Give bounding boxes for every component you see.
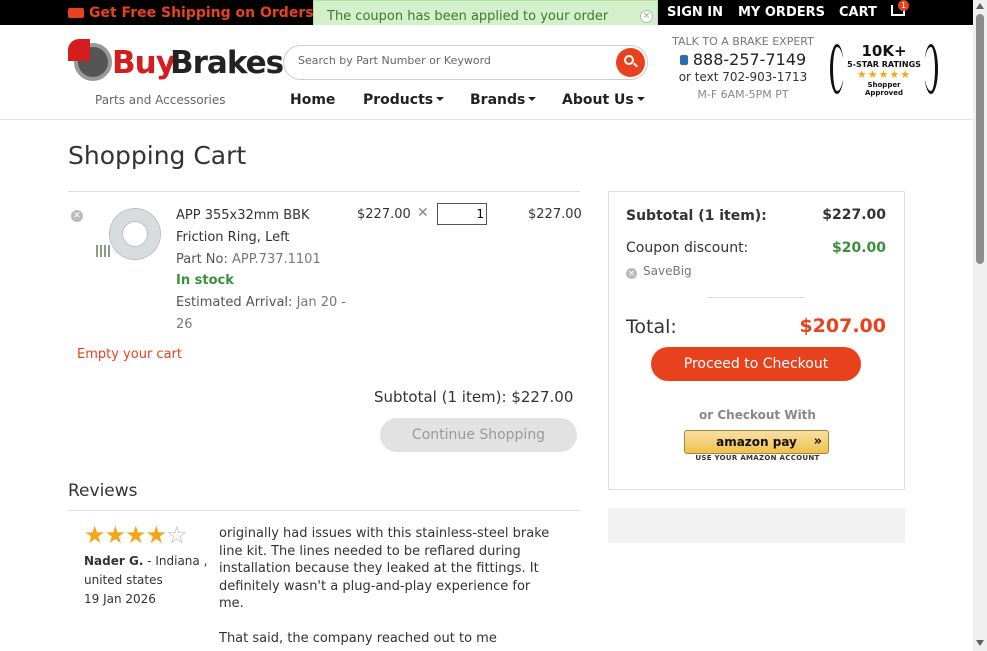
cart-subtotal: Subtotal (1 item): $227.00 [374,388,574,406]
buybrakes-logo[interactable]: Buy Brakes [68,37,284,87]
total-label: Total: [626,316,677,338]
page-scrollbar[interactable] [973,0,987,651]
free-shipping-text: Get Free Shipping on Orders Over [89,5,328,21]
phone-icon [679,55,688,65]
applied-coupon: ✕ SaveBig [626,264,692,279]
divider [707,297,805,298]
rating-stars-icon: ★★★★★ [856,68,912,81]
review-rating-stars-icon: ★★★★☆ [84,521,188,549]
quantity-input[interactable] [437,203,487,225]
cart-link[interactable]: CART [839,5,877,20]
divider [68,191,580,192]
chevron-down-icon [436,97,445,101]
chevron-down-icon [636,97,645,101]
search-input[interactable] [298,54,598,67]
nav-about-us[interactable]: About Us [562,92,645,108]
amazon-pay-caption: USE YOUR AMAZON ACCOUNT [695,454,820,462]
product-image[interactable] [96,207,164,262]
review-date: 19 Jan 2026 [84,592,156,606]
caliper-logo-icon [68,39,90,61]
nav-products[interactable]: Products [363,92,445,108]
chevron-down-icon [528,97,537,101]
phone-number[interactable]: 888-257-7149 [662,50,824,69]
logo-brakes-text: Brakes [170,45,284,81]
multiply-icon: ✕ [417,205,429,221]
estimated-arrival: Estimated Arrival: Jan 20 - 26 [176,295,347,332]
my-orders-link[interactable]: MY ORDERS [738,5,825,20]
scroll-down-icon[interactable] [976,640,984,646]
business-hours: M-F 6AM-5PM PT [697,88,789,101]
toast-message: The coupon has been applied to your orde… [327,9,609,24]
nav-home[interactable]: Home [290,92,335,108]
product-name[interactable]: APP 355x32mm BBK Friction Ring, Left [176,205,346,249]
review-text: originally had issues with this stainles… [219,526,550,646]
stock-status: In stock [176,273,234,288]
coupon-discount-value: $20.00 [831,240,886,256]
logo-buy-text: Buy [112,45,176,81]
reviews-heading: Reviews [68,481,138,501]
amazon-pay-button[interactable]: amazon pay» [684,430,829,454]
scrollbar-thumb[interactable] [976,14,984,264]
secondary-panel [608,508,905,543]
laurel-right-icon [924,44,938,94]
scroll-up-icon[interactable] [976,3,984,9]
site-header: Buy Brakes Parts and Accessories Home Pr… [0,25,973,120]
product-part-number: Part No: APP.737.1101 [176,252,321,267]
sign-in-link[interactable]: SIGN IN [667,5,723,20]
remove-item-icon[interactable]: ✕ [71,210,83,222]
page-title: Shopping Cart [68,141,247,170]
double-chevron-icon: » [813,434,822,449]
logo-tagline: Parts and Accessories [95,93,226,107]
expert-title: TALK TO A BRAKE EXPERT [672,35,814,48]
cart-count-badge: 1 [898,0,909,11]
laurel-left-icon [830,44,844,94]
empty-cart-link[interactable]: Empty your cart [77,347,182,362]
summary-subtotal-label: Subtotal (1 item): [626,208,767,224]
brake-expert-contact: TALK TO A BRAKE EXPERT 888-257-7149 or t… [662,35,824,101]
reviewer-name: Nader G. - Indiana , [84,554,208,568]
remove-coupon-icon[interactable]: ✕ [626,268,637,279]
text-number[interactable]: or text 702-903-1713 [662,70,824,84]
line-total: $227.00 [528,207,582,222]
coupon-discount-label: Coupon discount: [626,240,749,256]
search-button[interactable] [616,48,645,77]
divider [68,510,580,511]
free-shipping-banner[interactable]: Get Free Shipping on Orders Over [68,5,328,21]
order-summary: Subtotal (1 item): $227.00 Coupon discou… [608,191,905,490]
shopper-approved-badge[interactable]: 10K+ 5-STAR RATINGS ★★★★★ Shopper Approv… [830,40,938,100]
search-box [283,45,648,80]
nav-brands[interactable]: Brands [470,92,537,108]
unit-price: $227.00 [357,207,411,222]
total-value: $207.00 [799,315,886,337]
proceed-to-checkout-button[interactable]: Proceed to Checkout [651,347,861,381]
continue-shopping-button[interactable]: Continue Shopping [380,418,577,452]
truck-icon [68,8,84,18]
alt-checkout-label: or Checkout With [699,408,816,422]
reviewer-location: united states [84,573,163,587]
toast-close-icon[interactable]: × [640,10,653,23]
summary-subtotal-value: $227.00 [822,207,886,223]
